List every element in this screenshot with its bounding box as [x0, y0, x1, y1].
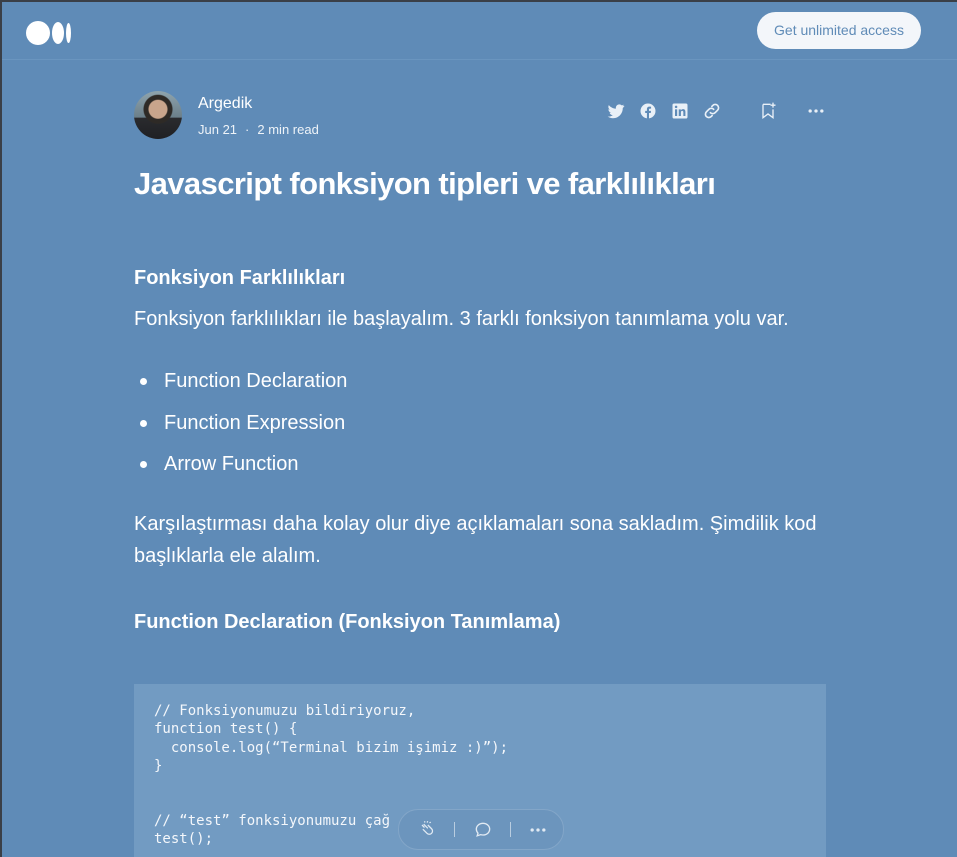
list-item: Function Declaration: [134, 367, 347, 409]
floating-action-bar: [398, 809, 564, 850]
comparison-paragraph: Karşılaştırması daha kolay olur diye açı…: [134, 513, 817, 567]
comment-icon[interactable]: [473, 820, 493, 840]
article-title: Javascript fonksiyon tipleri ve farklılı…: [134, 166, 716, 201]
bookmark-icon[interactable]: [758, 101, 778, 121]
publish-date: Jun 21: [198, 122, 238, 137]
read-time: 2 min read: [257, 122, 319, 137]
section-heading-function-declaration: Function Declaration (Fonksiyon Tanımlam…: [134, 611, 561, 633]
article-meta: Jun 21 · 2 min read: [198, 122, 319, 137]
facebook-icon[interactable]: [638, 101, 658, 121]
list-item: Function Expression: [134, 409, 347, 451]
divider: [454, 822, 455, 837]
link-icon[interactable]: [702, 101, 722, 121]
clap-icon[interactable]: [417, 820, 437, 840]
top-bar: Get unlimited access: [2, 2, 957, 60]
more-icon[interactable]: [806, 101, 826, 121]
window-frame-left: [0, 0, 2, 857]
list-item: Arrow Function: [134, 450, 347, 492]
divider: [510, 822, 511, 837]
function-types-list: Function Declaration Function Expression…: [134, 367, 347, 492]
author-name[interactable]: Argedik: [198, 95, 252, 113]
medium-logo-icon[interactable]: [26, 21, 72, 45]
more-icon[interactable]: [528, 820, 548, 840]
get-unlimited-access-button[interactable]: Get unlimited access: [757, 12, 921, 49]
linkedin-icon[interactable]: [670, 101, 690, 121]
twitter-icon[interactable]: [606, 101, 626, 121]
section-heading-differences: Fonksiyon Farklılıkları: [134, 267, 346, 289]
intro-paragraph: Fonksiyon farklılıkları ile başlayalım. …: [134, 308, 789, 330]
meta-separator: ·: [245, 122, 250, 137]
author-avatar[interactable]: [134, 91, 182, 139]
